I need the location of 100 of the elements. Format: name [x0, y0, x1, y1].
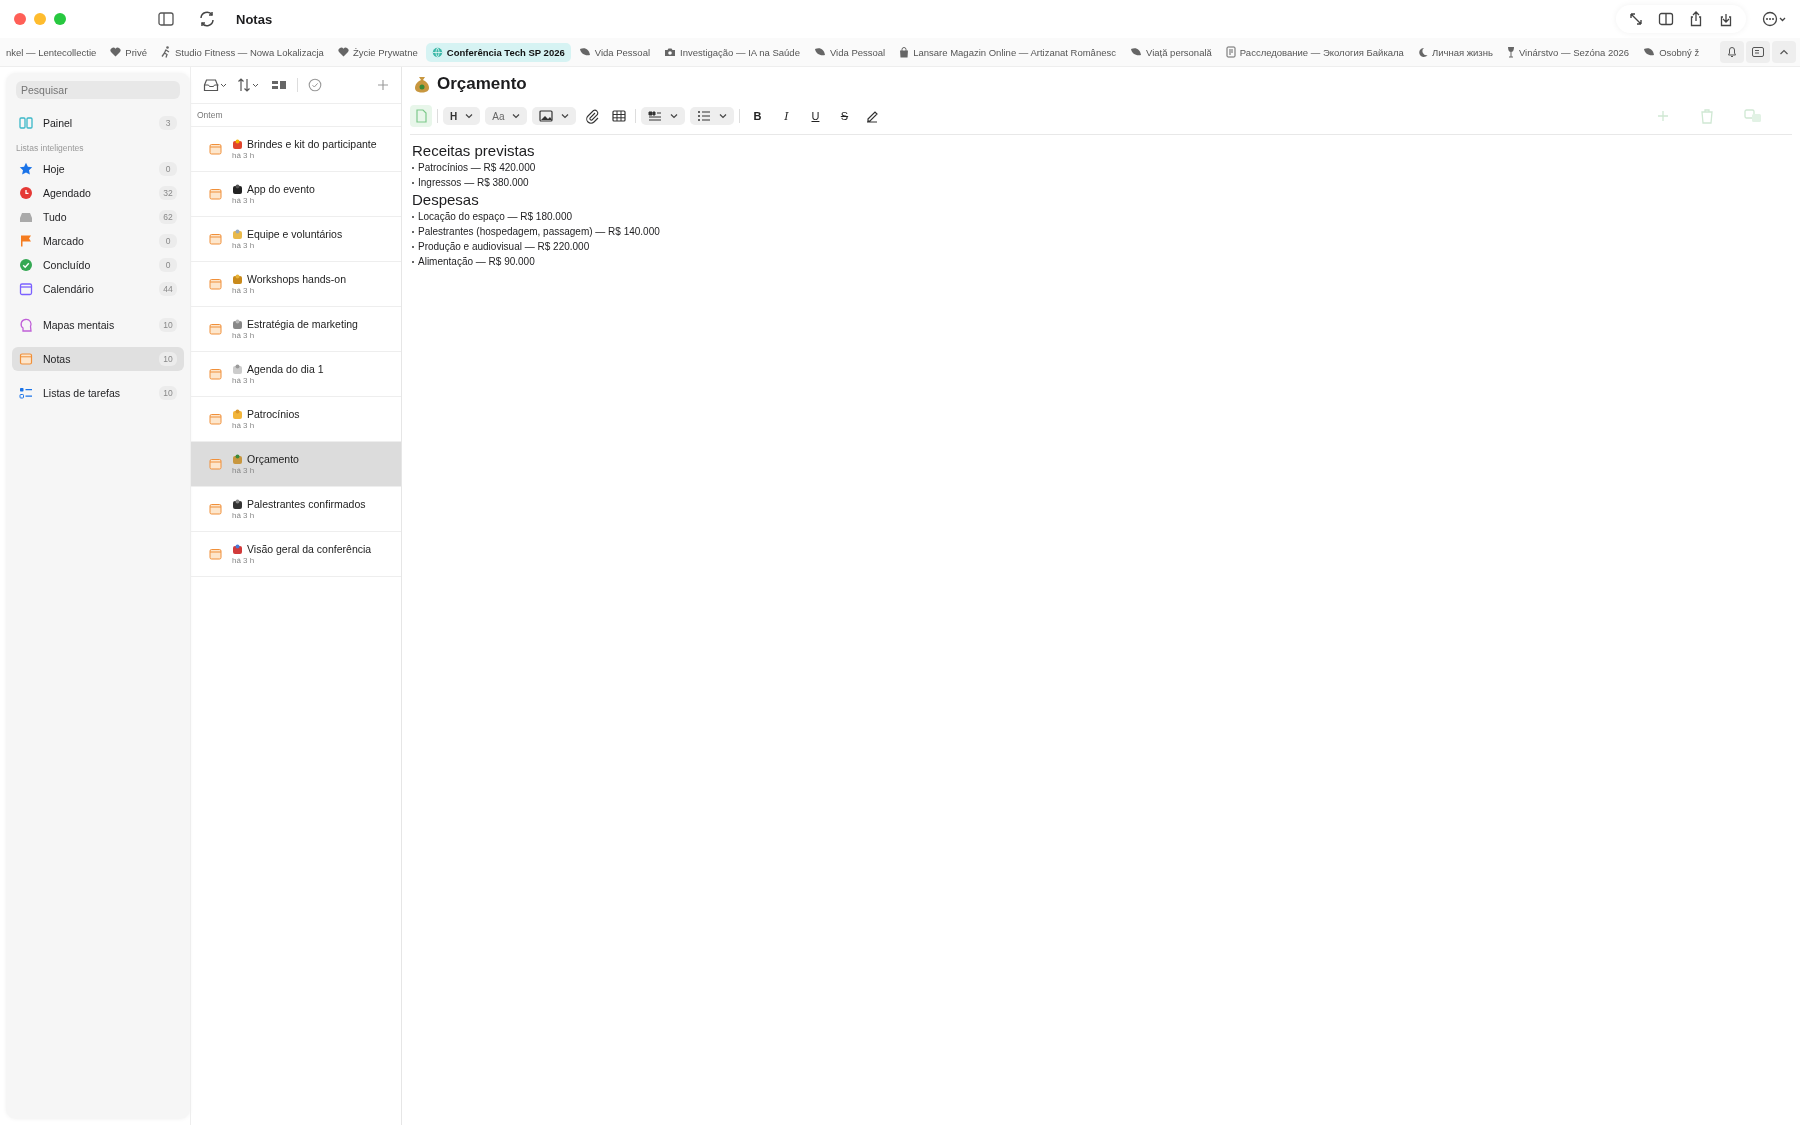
layout-icon[interactable]	[271, 79, 287, 91]
heart-icon	[110, 47, 122, 57]
tab[interactable]: nkel — Lentecollectie	[0, 42, 103, 62]
bullet-item: Ingressos — R$ 380.000	[412, 175, 1790, 190]
split-view-icon[interactable]	[1658, 11, 1674, 27]
note-item[interactable]: Palestrantes confirmados há 3 h	[191, 487, 401, 532]
chevron-icon	[561, 113, 570, 119]
strikethrough-button[interactable]: S	[832, 105, 857, 127]
sidebar-item[interactable]: Painel 3	[12, 111, 184, 135]
note-item[interactable]: Orçamento há 3 h	[191, 442, 401, 487]
note-time: há 3 h	[232, 241, 256, 250]
note-icon	[209, 188, 222, 200]
list-icon	[697, 110, 712, 122]
note-item[interactable]: Workshops hands-on há 3 h	[191, 262, 401, 307]
inbox-filter-icon[interactable]	[203, 78, 227, 92]
sidebar-item[interactable]: Calendário 44	[12, 277, 184, 301]
count-badge: 10	[159, 352, 177, 366]
note-item[interactable]: Agenda do dia 1 há 3 h	[191, 352, 401, 397]
section-heading: Receitas previstas	[412, 142, 536, 159]
wine-glass-icon	[1506, 46, 1515, 58]
document-icon	[1225, 46, 1236, 58]
sidebar-item[interactable]: Concluído 0	[12, 253, 184, 277]
flag-icon	[19, 234, 33, 248]
close-button[interactable]	[14, 13, 26, 25]
bold-button[interactable]: B	[745, 105, 770, 127]
quote-dropdown[interactable]	[641, 107, 686, 125]
section-title: Listas inteligentes	[16, 143, 85, 153]
tab[interactable]: Lansare Magazin Online — Artizanat Românesc	[893, 42, 1122, 62]
sidebar-item[interactable]: Tudo 62	[12, 205, 184, 229]
clock-icon	[19, 186, 33, 200]
brain-icon	[19, 318, 33, 332]
moon-icon	[1417, 46, 1428, 58]
tab[interactable]: Vida Pessoal	[572, 42, 657, 62]
note-title: Brindes e kit do participante	[247, 138, 377, 150]
tray-icon	[19, 210, 33, 224]
globe-icon	[431, 46, 443, 58]
expand-icon[interactable]	[1628, 11, 1644, 27]
sidebar-item[interactable]: Marcado 0	[12, 229, 184, 253]
tab[interactable]: Личная жизнь	[1411, 42, 1499, 62]
note-icon	[209, 368, 222, 380]
note-item[interactable]: Brindes e kit do participante há 3 h	[191, 127, 401, 172]
tab[interactable]: Życie Prywatne	[331, 42, 424, 62]
note-title: Palestrantes confirmados	[247, 498, 366, 510]
collapse-icon[interactable]	[1772, 41, 1796, 63]
note-time: há 3 h	[232, 421, 256, 430]
tab[interactable]: Расследование — Экология Байкала	[1219, 42, 1410, 62]
heading-dropdown[interactable]: H	[443, 107, 481, 125]
chevron-icon	[465, 113, 474, 119]
tab[interactable]: Vinárstvo — Sezóna 2026	[1500, 42, 1636, 62]
bell-icon[interactable]	[1720, 41, 1744, 63]
note-icon	[209, 278, 222, 290]
note-title: Orçamento	[437, 74, 527, 94]
note-icon	[209, 143, 222, 155]
section-heading: Despesas	[412, 191, 480, 208]
italic-button[interactable]: I	[774, 105, 799, 127]
sidebar-item[interactable]: Mapas mentais 10	[12, 313, 184, 337]
note-time: há 3 h	[232, 556, 256, 565]
sidebar-toggle-icon[interactable]	[158, 12, 174, 26]
note-time: há 3 h	[232, 376, 256, 385]
window-title: Notas	[236, 11, 273, 27]
note-title: Equipe e voluntários	[247, 228, 343, 240]
more-icon[interactable]	[1762, 11, 1788, 27]
tab[interactable]: Conferência Tech SP 2026	[425, 42, 571, 62]
font-dropdown[interactable]: Aa	[485, 107, 528, 125]
underline-button[interactable]: U	[803, 105, 828, 127]
dashboard-icon	[19, 116, 33, 130]
download-icon[interactable]	[1718, 11, 1734, 27]
sidebar-item[interactable]: Notas 10	[12, 347, 184, 371]
check-circle-icon[interactable]	[308, 78, 322, 92]
panel-icon[interactable]	[1746, 41, 1770, 63]
note-item[interactable]: Visão geral da conferência há 3 h	[191, 532, 401, 577]
note-item[interactable]: Estratégia de marketing há 3 h	[191, 307, 401, 352]
note-item[interactable]: Equipe e voluntários há 3 h	[191, 217, 401, 262]
note-item[interactable]: App do evento há 3 h	[191, 172, 401, 217]
tab[interactable]: Vida Pessoal	[807, 42, 892, 62]
sidebar-item[interactable]: Agendado 32	[12, 181, 184, 205]
search-field[interactable]: Pesquisar	[16, 81, 180, 99]
note-title: Estratégia de marketing	[247, 318, 358, 330]
image-dropdown[interactable]	[532, 107, 577, 125]
share-icon[interactable]	[1688, 11, 1704, 27]
list-dropdown[interactable]	[690, 107, 735, 125]
count-badge: 10	[159, 386, 177, 400]
bullet-item: Patrocínios — R$ 420.000	[412, 160, 1790, 175]
bullet-item: Palestrantes (hospedagem, passagem) — R$ 140.000	[412, 224, 1790, 239]
heart-icon	[337, 47, 349, 57]
tab[interactable]: Osobný ž	[1637, 42, 1706, 62]
note-time: há 3 h	[232, 511, 256, 520]
note-title: Visão geral da conferência	[247, 543, 372, 555]
tab[interactable]: Privé	[104, 42, 153, 62]
leaf-icon	[1130, 47, 1142, 57]
tab[interactable]: Investigação — IA na Saúde	[658, 42, 806, 62]
note-title: Agenda do dia 1	[247, 363, 324, 375]
tab[interactable]: Viață personală	[1124, 42, 1218, 62]
sort-icon[interactable]	[237, 78, 261, 92]
note-time: há 3 h	[232, 466, 256, 475]
count-badge: 0	[159, 258, 177, 272]
sidebar-item[interactable]: Listas de tarefas 10	[12, 381, 184, 405]
tab[interactable]: Studio Fitness — Nowa Lokalizacja	[154, 42, 330, 62]
sidebar-item[interactable]: Hoje 0	[12, 157, 184, 181]
runner-icon	[160, 46, 171, 58]
